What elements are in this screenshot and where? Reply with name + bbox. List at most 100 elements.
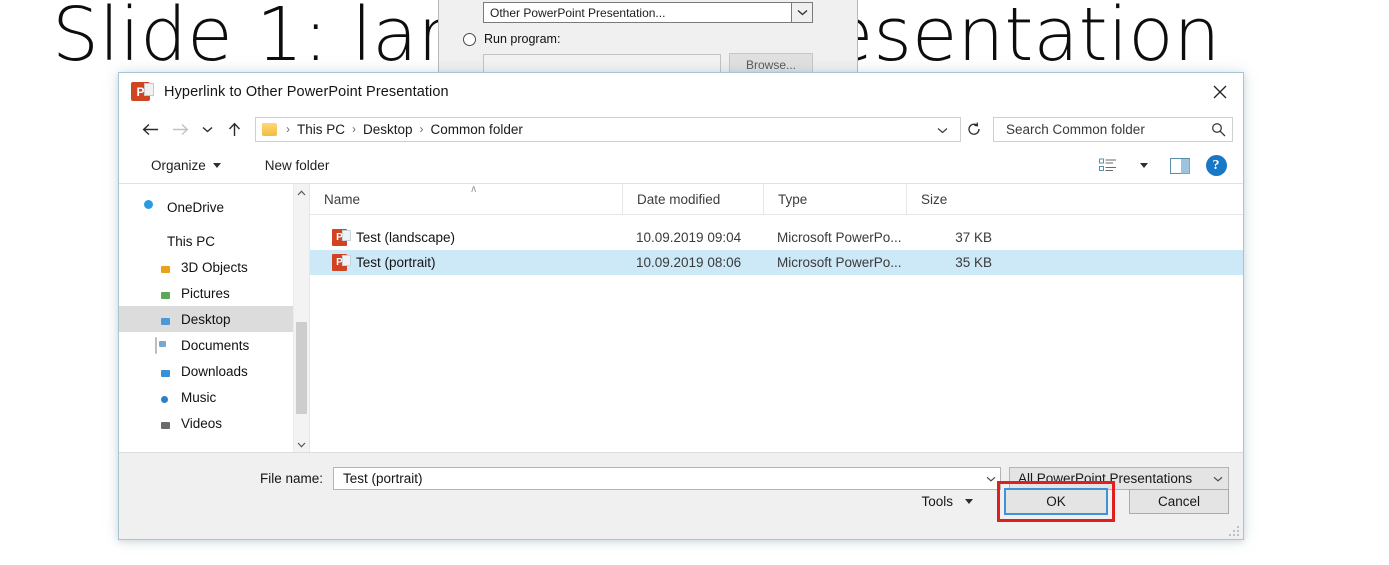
column-header-name[interactable]: Name [310, 184, 622, 215]
organize-label: Organize [151, 158, 206, 173]
breadcrumb-chevron-down-icon[interactable] [931, 122, 954, 137]
sidebar-item-label: Music [181, 389, 217, 405]
help-button[interactable]: ? [1199, 152, 1233, 180]
footer-buttons: Tools OK Cancel [911, 481, 1229, 522]
sidebar-item-desktop[interactable]: Desktop [119, 306, 309, 332]
breadcrumb-separator-1: › [352, 122, 357, 136]
file-list: ∧ Name Date modified Type Size P Test (l… [310, 183, 1243, 453]
sidebar-item-label: Videos [181, 415, 223, 431]
sidebar-item-3d-objects[interactable]: 3D Objects [119, 254, 309, 280]
navigation-pane: OneDrive This PC 3D Objects Pictures Des… [119, 184, 310, 453]
breadcrumb-item-desktop[interactable]: Desktop [363, 122, 413, 137]
filename-field[interactable] [333, 467, 1001, 490]
folder-icon [155, 260, 172, 275]
hyperlink-combo-value: Other PowerPoint Presentation... [490, 6, 666, 20]
file-date-cell: 10.09.2019 09:04 [636, 230, 742, 245]
file-name-cell: P Test (landscape) [310, 229, 622, 246]
column-header-size[interactable]: Size [906, 183, 1000, 215]
dialog-title: Hyperlink to Other PowerPoint Presentati… [164, 83, 449, 100]
folder-icon [155, 336, 172, 354]
resize-grip[interactable] [1229, 526, 1241, 538]
tools-button[interactable]: Tools [911, 489, 983, 514]
column-header-type[interactable]: Type [763, 183, 906, 215]
table-row[interactable]: P Test (landscape) 10.09.2019 09:04 Micr… [310, 225, 1243, 250]
breadcrumb-separator-2: › [419, 122, 424, 136]
folder-icon [155, 286, 172, 301]
radio-icon[interactable] [463, 32, 476, 46]
search-box[interactable] [993, 116, 1233, 142]
file-size-cell: 37 KB [955, 230, 992, 245]
list-view-icon[interactable] [1091, 152, 1125, 180]
breadcrumb-separator-0: › [286, 122, 290, 136]
file-name-cell: P Test (portrait) [310, 254, 622, 271]
close-icon[interactable] [1197, 73, 1243, 110]
run-program-radio-row[interactable]: Run program: [463, 32, 560, 46]
breadcrumb-item-common-folder[interactable]: Common folder [431, 122, 523, 137]
help-label: ? [1205, 155, 1227, 176]
column-header-date-modified[interactable]: Date modified [622, 183, 763, 215]
command-bar: Organize New folder ? [119, 148, 1243, 184]
file-name-label: Test (portrait) [356, 255, 436, 270]
navigation-bar: › This PC › Desktop › Common folder [119, 110, 1243, 148]
scrollbar-thumb[interactable] [296, 322, 307, 414]
ok-button-highlight: OK [997, 481, 1115, 522]
ok-button[interactable]: OK [1004, 488, 1108, 515]
dialog-footer: File name: All PowerPoint Presentations [119, 452, 1243, 539]
sidebar-item-documents[interactable]: Documents [119, 332, 309, 358]
sidebar-item-this-pc[interactable]: This PC [119, 228, 309, 254]
organize-button[interactable]: Organize [141, 154, 231, 177]
sidebar-item-music[interactable]: Music [119, 384, 309, 410]
search-icon [1212, 122, 1226, 136]
new-folder-button[interactable]: New folder [255, 154, 340, 177]
folder-icon [262, 122, 277, 136]
hyperlink-combo[interactable]: Other PowerPoint Presentation... [483, 2, 813, 23]
up-button[interactable] [219, 115, 249, 143]
scroll-up-icon[interactable] [294, 184, 309, 201]
sidebar-item-label: Pictures [181, 285, 230, 301]
preview-pane-icon[interactable] [1163, 152, 1197, 180]
sidebar-item-label: Desktop [181, 311, 231, 327]
powerpoint-file-icon: P [332, 229, 351, 246]
sidebar-item-onedrive[interactable]: OneDrive [119, 194, 309, 220]
recent-locations-button[interactable] [195, 115, 219, 143]
file-date-cell: 10.09.2019 08:06 [636, 255, 742, 270]
back-button[interactable] [135, 115, 165, 143]
filename-input[interactable] [341, 470, 980, 487]
powerpoint-file-icon: P [332, 254, 351, 271]
view-dropdown-icon[interactable] [1127, 152, 1161, 180]
navigation-tree: OneDrive This PC 3D Objects Pictures Des… [119, 184, 309, 436]
folder-icon [155, 390, 172, 405]
cloud-icon [141, 200, 158, 215]
sidebar-item-pictures[interactable]: Pictures [119, 280, 309, 306]
chevron-down-icon [212, 163, 221, 168]
folder-icon [155, 416, 172, 431]
sidebar-item-label: OneDrive [167, 199, 225, 215]
search-input[interactable] [1004, 120, 1211, 138]
column-headers: ∧ Name Date modified Type Size [310, 183, 1243, 215]
cancel-button[interactable]: Cancel [1129, 489, 1229, 514]
screen: Slide 1: landscape presentation Other Po… [0, 0, 1389, 565]
table-row[interactable]: P Test (portrait) 10.09.2019 08:06 Micro… [310, 250, 1243, 275]
sidebar-item-videos[interactable]: Videos [119, 410, 309, 436]
navpane-scrollbar[interactable] [293, 184, 309, 453]
file-size-cell: 35 KB [955, 255, 992, 270]
list-top-spacer [310, 215, 1243, 225]
folder-icon [155, 312, 172, 327]
sidebar-item-label: Documents [181, 337, 250, 353]
scroll-down-icon[interactable] [294, 436, 309, 453]
file-open-dialog: P Hyperlink to Other PowerPoint Presenta… [118, 72, 1244, 540]
command-bar-right: ? [1091, 152, 1233, 180]
file-type-cell: Microsoft PowerPo... [777, 230, 902, 245]
tools-label: Tools [921, 494, 953, 509]
sidebar-item-label: Downloads [181, 363, 248, 379]
forward-button[interactable] [165, 115, 195, 143]
dialog-body: OneDrive This PC 3D Objects Pictures Des… [119, 183, 1243, 453]
sidebar-item-downloads[interactable]: Downloads [119, 358, 309, 384]
computer-icon [141, 234, 158, 249]
breadcrumb-item-this-pc[interactable]: This PC [297, 122, 345, 137]
chevron-down-icon[interactable] [791, 2, 813, 23]
breadcrumb[interactable]: › This PC › Desktop › Common folder [255, 116, 961, 142]
refresh-icon[interactable] [961, 117, 987, 142]
sidebar-item-label: 3D Objects [181, 259, 248, 275]
dialog-titlebar: P Hyperlink to Other PowerPoint Presenta… [119, 73, 1243, 110]
